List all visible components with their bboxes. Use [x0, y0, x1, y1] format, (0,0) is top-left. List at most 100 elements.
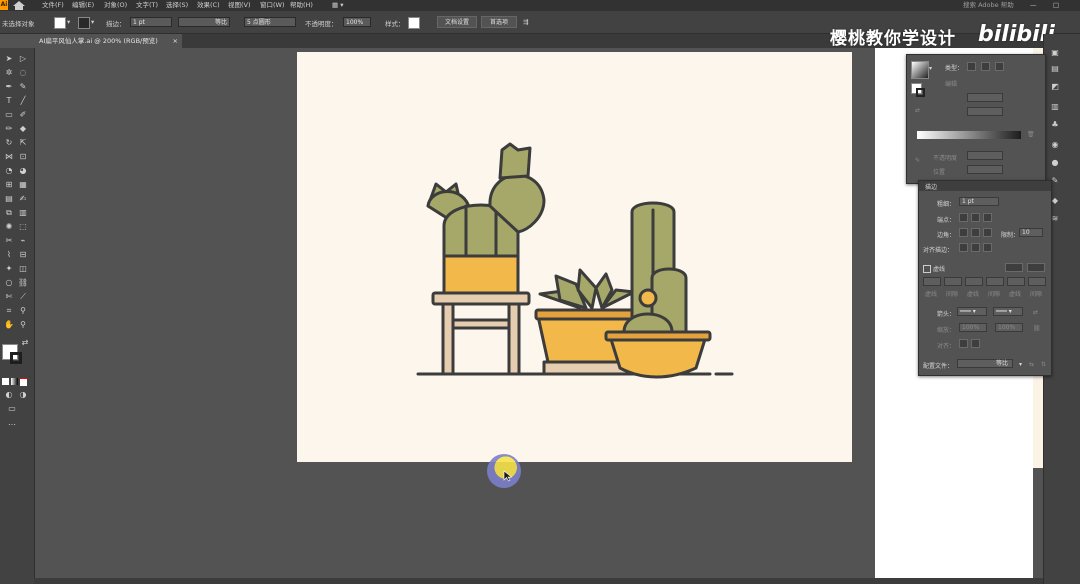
properties-icon[interactable]: ▣ — [1049, 48, 1061, 58]
magic-wand-icon[interactable]: ✲ — [3, 68, 15, 78]
butt-cap-icon[interactable] — [959, 213, 968, 222]
delete-stop-icon[interactable]: 🗑 — [1027, 131, 1035, 138]
arrange-icon[interactable]: ⇶ — [523, 18, 528, 26]
brush-select[interactable]: 5 点圆形 — [244, 17, 296, 27]
warp-icon[interactable]: ⌇ — [3, 250, 15, 260]
fill-swatch[interactable] — [54, 17, 66, 29]
gradient-slider[interactable] — [917, 131, 1021, 139]
menu-edit[interactable]: 编辑(E) — [72, 0, 94, 11]
gap-field-1[interactable] — [944, 277, 962, 286]
miter-join-icon[interactable] — [959, 228, 968, 237]
help-search[interactable]: 搜索 Adobe 帮助 — [963, 0, 1014, 11]
puppet-icon[interactable]: ⚲ — [17, 306, 29, 316]
maximize-icon[interactable]: □ — [1053, 0, 1059, 11]
projecting-cap-icon[interactable] — [983, 213, 992, 222]
limit-field[interactable]: 10 — [1019, 228, 1043, 237]
fill-dropdown-icon[interactable]: ▾ — [67, 18, 70, 26]
flip-profile-icon[interactable]: ⇆ — [1029, 361, 1034, 368]
radial-gradient-icon[interactable] — [981, 62, 990, 71]
dashed-checkbox[interactable] — [923, 265, 931, 273]
graph-tool-icon[interactable]: ◫ — [17, 264, 29, 274]
opacity-field[interactable]: 100% — [343, 17, 371, 27]
bevel-join-icon[interactable] — [983, 228, 992, 237]
linear-gradient-icon[interactable] — [967, 62, 976, 71]
hand-tool-icon[interactable]: ✋ — [3, 320, 15, 330]
graphic-styles-icon[interactable]: ◉ — [1049, 140, 1061, 150]
twirl-icon[interactable]: ✦ — [3, 264, 15, 274]
dash-preserve-icon[interactable] — [1005, 263, 1023, 272]
home-icon[interactable] — [12, 1, 26, 10]
chain-icon[interactable]: ⛓ — [17, 278, 29, 288]
profile-select[interactable]: 等比 — [957, 359, 1013, 368]
stroke-color-box[interactable] — [10, 352, 22, 364]
start-scale-field[interactable]: 100% — [959, 323, 987, 332]
profile-dropdown-icon[interactable]: ▾ — [1019, 361, 1022, 368]
arrow-tip-at-end-icon[interactable] — [971, 339, 980, 348]
menu-select[interactable]: 选择(S) — [166, 0, 188, 11]
zoom-tool-icon[interactable]: ⚲ — [17, 320, 29, 330]
end-scale-field[interactable]: 100% — [995, 323, 1023, 332]
direct-selection-tool-icon[interactable]: ▷ — [17, 54, 29, 64]
eyedropper-icon[interactable]: ✎ — [915, 157, 920, 164]
stroke-indicator[interactable] — [916, 88, 925, 97]
live-paint-icon[interactable]: ◕ — [17, 166, 29, 176]
selection-tool-icon[interactable]: ➤ — [3, 54, 15, 64]
symbols-icon[interactable]: ♣ — [1049, 120, 1061, 130]
free-transform-icon[interactable]: ⊡ — [17, 152, 29, 162]
menu-file[interactable]: 文件(F) — [42, 0, 64, 11]
align-center-icon[interactable] — [959, 243, 968, 252]
measure-icon[interactable]: ⟋ — [17, 292, 29, 302]
scissors-icon[interactable]: ✄ — [3, 292, 15, 302]
swap-colors-icon[interactable]: ⇄ — [19, 338, 31, 348]
document-tab[interactable]: AI扁平风仙人掌.ai @ 200% (RGB/预览) × — [34, 34, 182, 48]
knife-icon[interactable]: ⌁ — [17, 236, 29, 246]
lasso-icon[interactable]: ◌ — [17, 68, 29, 78]
align-outside-icon[interactable] — [983, 243, 992, 252]
width-tool-icon[interactable]: ⋈ — [3, 152, 15, 162]
ellipse-tool-icon[interactable]: ○ — [3, 278, 15, 288]
grid-tool-icon[interactable]: ⊟ — [17, 250, 29, 260]
swap-arrows-icon[interactable]: ⇄ — [1033, 309, 1038, 316]
curvature-tool-icon[interactable]: ✎ — [17, 82, 29, 92]
aspect-field[interactable] — [967, 107, 1003, 116]
more-tools-icon[interactable]: ⋯ — [6, 420, 18, 430]
close-tab-icon[interactable]: × — [173, 34, 178, 48]
menu-object[interactable]: 对象(O) — [104, 0, 127, 11]
start-arrow-select[interactable]: ━━━ ▾ — [957, 307, 987, 316]
color-mode-icon[interactable] — [2, 378, 9, 385]
rectangle-tool-icon[interactable]: ▭ — [3, 110, 15, 120]
pencil-icon[interactable]: ✏ — [3, 124, 15, 134]
column-graph-icon[interactable]: ▥ — [17, 208, 29, 218]
draw-behind-icon[interactable]: ◑ — [17, 390, 29, 400]
stroke-profile-select[interactable]: 等比 — [178, 17, 230, 27]
layers-panel-icon[interactable]: ▤ — [1049, 64, 1061, 74]
cactus-illustration[interactable] — [410, 140, 740, 380]
pen-tool-icon[interactable]: ✒ — [3, 82, 15, 92]
weight-field[interactable]: 1 pt — [959, 197, 999, 206]
blend-icon[interactable]: ⧉ — [3, 208, 15, 218]
round-cap-icon[interactable] — [971, 213, 980, 222]
menu-type[interactable]: 文字(T) — [136, 0, 158, 11]
screen-mode-icon[interactable]: ▭ — [6, 404, 18, 414]
link-scale-icon[interactable]: ⛓ — [1033, 325, 1041, 332]
dash-align-icon[interactable] — [1027, 263, 1045, 272]
eyedropper-icon[interactable]: ✍ — [17, 194, 29, 204]
menu-window[interactable]: 窗口(W) — [260, 0, 285, 11]
dash-field-2[interactable] — [965, 277, 983, 286]
gradient-icon[interactable]: ▤ — [3, 194, 15, 204]
type-tool-icon[interactable]: T — [3, 96, 15, 106]
gap-field-3[interactable] — [1028, 277, 1046, 286]
rotate-icon[interactable]: ↻ — [3, 138, 15, 148]
flip-vertical-icon[interactable]: ⇅ — [1041, 361, 1046, 368]
angle-field[interactable] — [967, 93, 1003, 102]
gradient-swatch[interactable] — [911, 61, 929, 79]
eraser-icon[interactable]: ◆ — [17, 124, 29, 134]
slice-tool-icon[interactable]: ✂ — [3, 236, 15, 246]
menu-effect[interactable]: 效果(C) — [197, 0, 220, 11]
paintbrush-icon[interactable]: ✐ — [17, 110, 29, 120]
swatches-icon[interactable]: ● — [1049, 158, 1061, 168]
end-arrow-select[interactable]: ━━━ ▾ — [993, 307, 1023, 316]
menu-help[interactable]: 帮助(H) — [290, 0, 313, 11]
freeform-gradient-icon[interactable] — [995, 62, 1004, 71]
none-mode-icon[interactable] — [20, 378, 27, 386]
